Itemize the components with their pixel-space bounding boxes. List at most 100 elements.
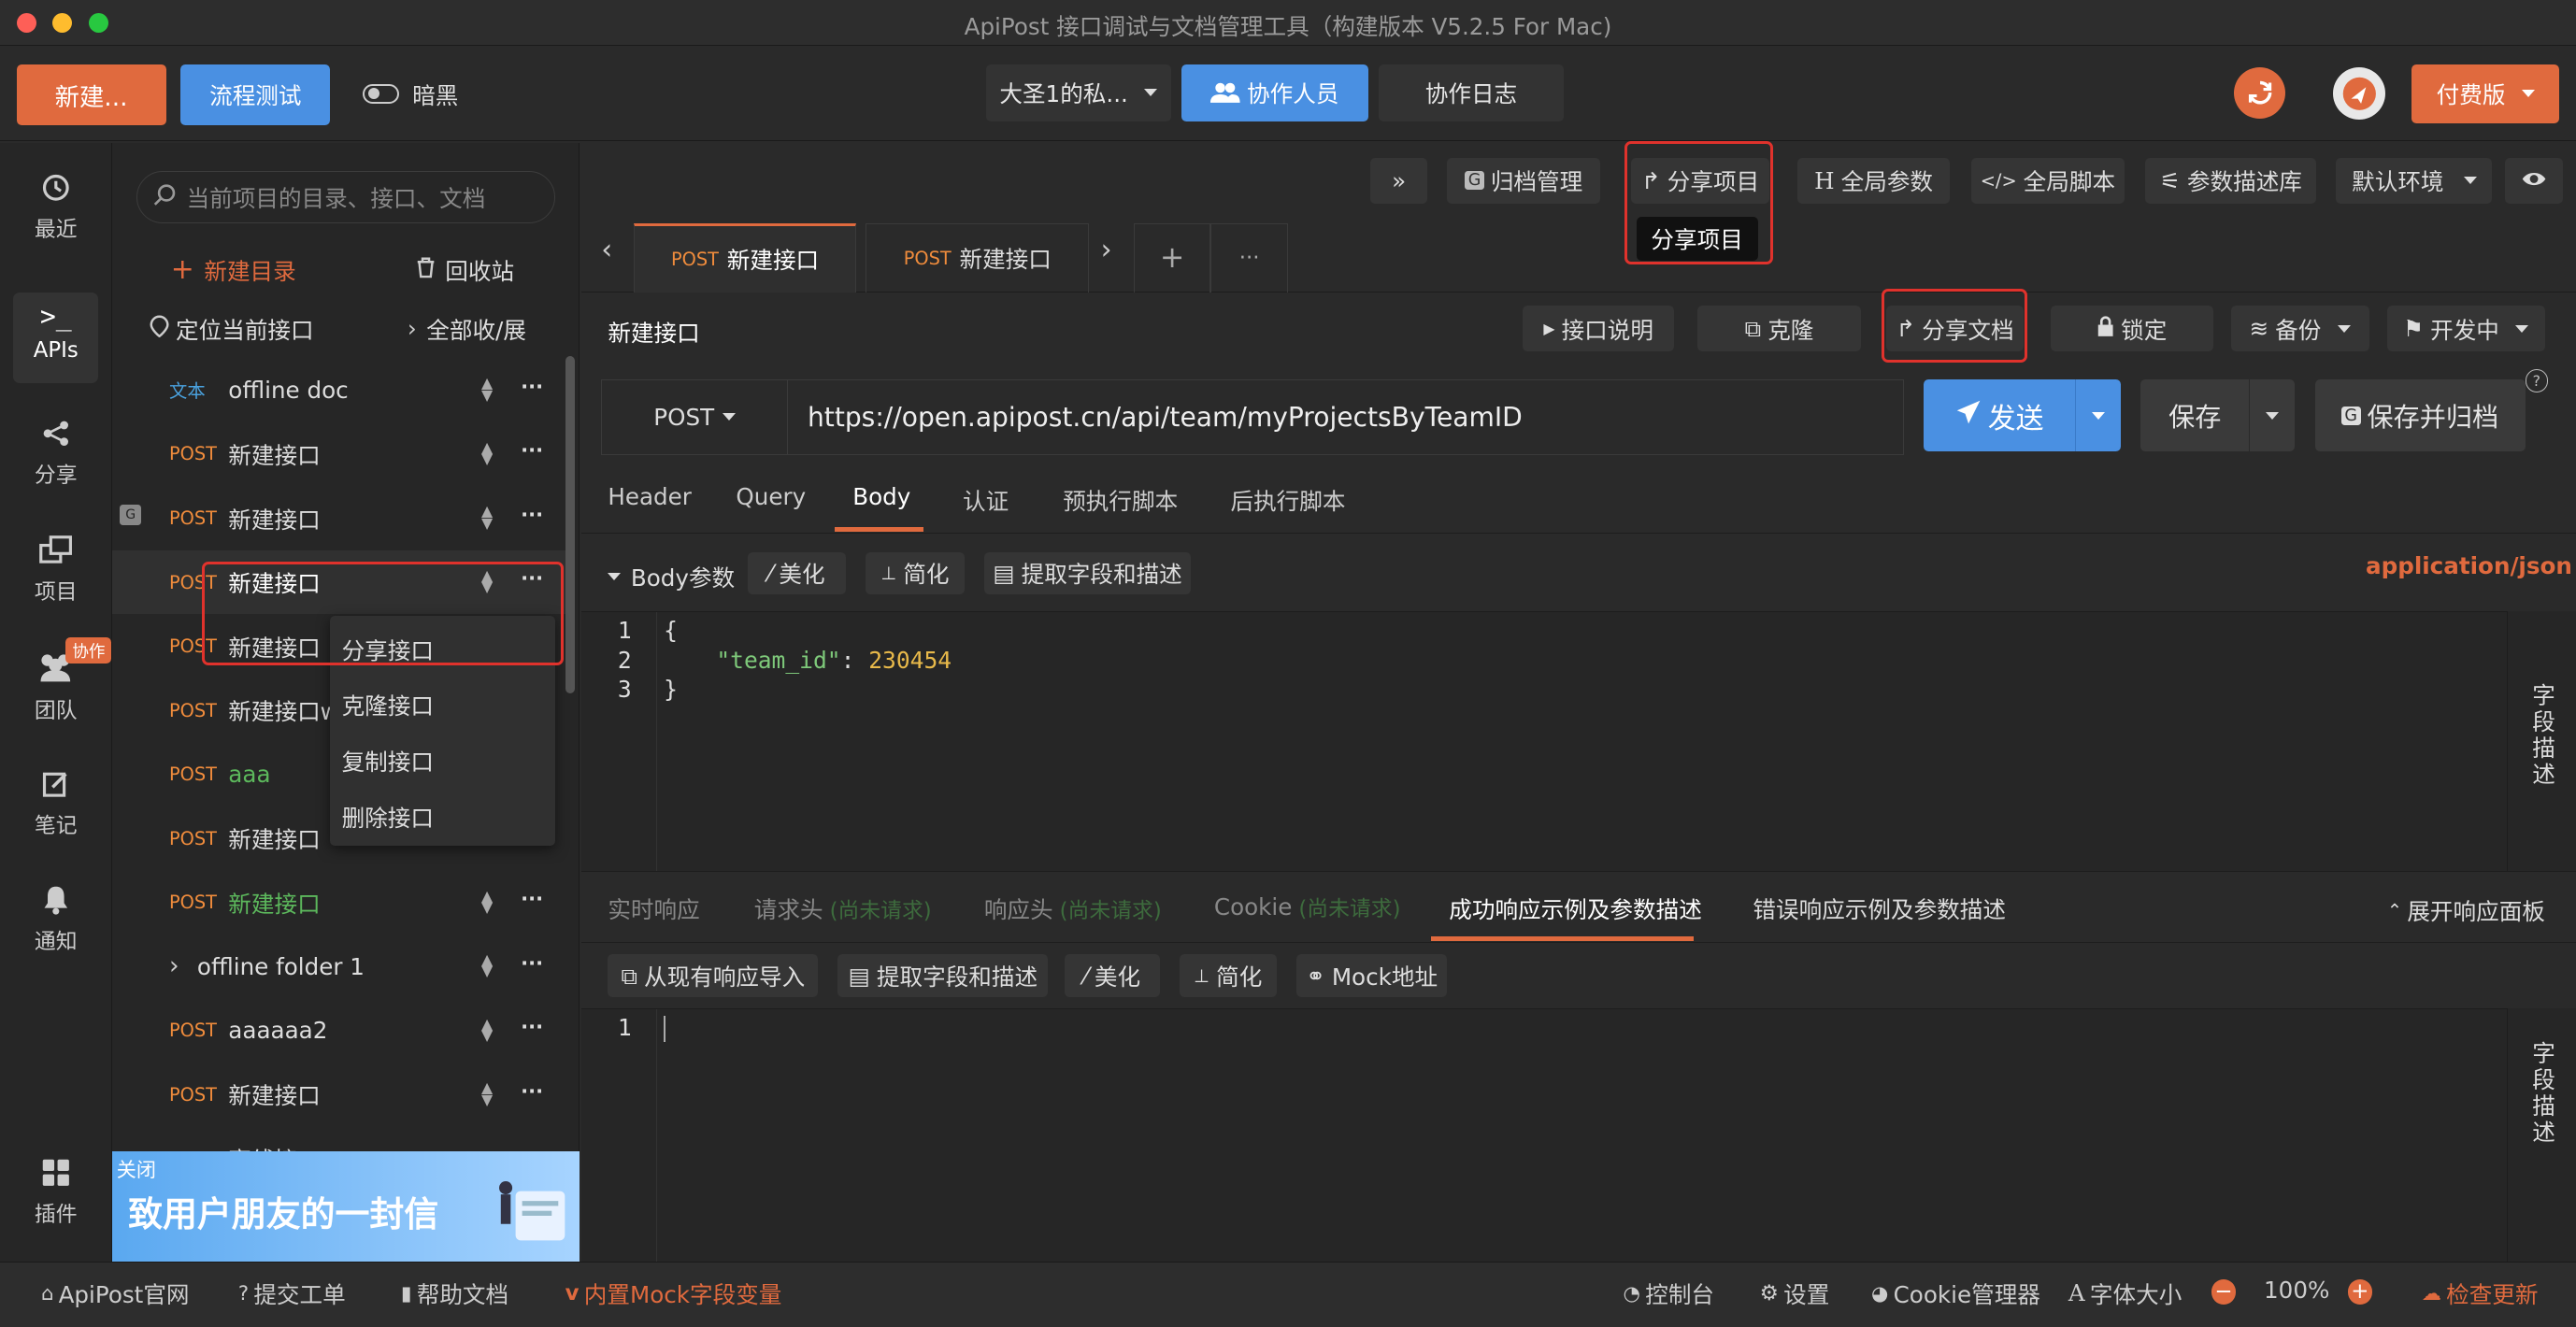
url-input[interactable]: https://open.apipost.cn/api/team/myProje…: [786, 379, 1905, 455]
avatar[interactable]: [2332, 67, 2386, 121]
eye-button[interactable]: [2505, 157, 2563, 204]
field-desc-panel[interactable]: 字段描述: [2507, 610, 2576, 871]
tab-success-example[interactable]: 成功响应示例及参数描述: [1449, 892, 1702, 925]
more-icon[interactable]: ···: [521, 438, 543, 462]
sort-icon[interactable]: ▲ ▼: [481, 952, 493, 978]
sync-icon[interactable]: [2234, 67, 2285, 119]
send-button[interactable]: 发送: [1924, 379, 2075, 452]
global-params-button[interactable]: H 全局参数: [1796, 157, 1951, 204]
zoom-out-icon[interactable]: −: [2211, 1279, 2237, 1305]
mock-link[interactable]: v 内置Mock字段变量: [565, 1277, 782, 1310]
extract-button[interactable]: ▤ 提取字段和描述: [983, 551, 1192, 595]
tab-auth[interactable]: 认证: [963, 483, 1009, 517]
tree-scrollbar[interactable]: [565, 356, 576, 693]
new-dir-button[interactable]: + 新建目录: [171, 253, 296, 287]
tab-active[interactable]: POST 新建接口: [634, 223, 856, 293]
sort-icon[interactable]: ▲ ▼: [481, 1016, 493, 1042]
ticket-link[interactable]: ? 提交工单: [238, 1277, 346, 1310]
dark-toggle[interactable]: 暗黑: [363, 78, 458, 111]
collaborators-button[interactable]: 协作人员: [1181, 64, 1369, 122]
send-dropdown[interactable]: [2074, 379, 2122, 452]
save-archive-button[interactable]: G 保存并归档: [2314, 379, 2526, 452]
beautify-button[interactable]: ⁄ 美化: [747, 551, 847, 595]
flow-test-button[interactable]: 流程测试: [180, 64, 331, 125]
settings-link[interactable]: ⚙ 设置: [1759, 1277, 1829, 1310]
add-tab-button[interactable]: +: [1133, 223, 1211, 293]
site-link[interactable]: ⌂ ApiPost官网: [41, 1277, 190, 1310]
cookie-link[interactable]: ◕ Cookie管理器: [1871, 1277, 2040, 1310]
backup-button[interactable]: ≋ 备份: [2230, 305, 2369, 352]
method-select[interactable]: POST: [601, 379, 787, 455]
new-button[interactable]: 新建...: [16, 64, 166, 125]
tab-pre-script[interactable]: 预执行脚本: [1063, 483, 1178, 517]
tab-req-headers[interactable]: 请求头 (尚未请求): [754, 892, 932, 925]
toggle-all-button[interactable]: › 全部收/展: [408, 312, 526, 346]
sidebar-item-recent[interactable]: 最近: [0, 173, 112, 243]
lock-button[interactable]: 锁定: [2050, 305, 2213, 352]
global-script-button[interactable]: </> 全局脚本: [1971, 157, 2125, 204]
more-icon[interactable]: ···: [521, 887, 543, 910]
help-icon[interactable]: ?: [2525, 369, 2549, 393]
team-select[interactable]: 大圣1的私...: [985, 64, 1172, 122]
response-editor[interactable]: 1: [581, 1008, 2508, 1263]
resp-field-desc-panel[interactable]: 字段描述: [2507, 1008, 2576, 1262]
zoom-in-icon[interactable]: +: [2347, 1279, 2373, 1305]
import-response-button[interactable]: ⧉ 从现有响应导入: [608, 954, 819, 997]
tab-query[interactable]: Query: [736, 483, 806, 510]
tab-next-icon[interactable]: ›: [1101, 234, 1112, 266]
tab-more-button[interactable]: ···: [1210, 223, 1288, 293]
help-link[interactable]: ▮ 帮助文档: [401, 1277, 508, 1310]
more-icon[interactable]: ···: [521, 503, 543, 526]
resp-extract-button[interactable]: ▤ 提取字段和描述: [837, 954, 1049, 997]
menu-item-copy[interactable]: 复制接口: [342, 744, 434, 778]
save-dropdown[interactable]: [2249, 379, 2296, 452]
toggle-switch[interactable]: [363, 84, 400, 105]
tab-resp-headers[interactable]: 响应头 (尚未请求): [984, 892, 1162, 925]
recycle-button[interactable]: 回收站: [416, 253, 514, 287]
sidebar-item-apis[interactable]: >_ APIs: [13, 292, 99, 383]
sidebar-item-team[interactable]: 团队 协作: [0, 636, 112, 724]
tab-prev-icon[interactable]: ‹: [601, 234, 612, 266]
sidebar-item-share[interactable]: 分享: [0, 419, 112, 489]
tab-cookie[interactable]: Cookie (尚未请求): [1214, 892, 1401, 922]
tree-search[interactable]: 当前项目的目录、接口、文档: [136, 170, 556, 224]
simplify-button[interactable]: ⊥ 简化: [866, 551, 965, 595]
sort-icon[interactable]: ▲ ▼: [481, 376, 493, 402]
body-editor[interactable]: 1 2 3 { "team_id": 230454 }: [581, 610, 2508, 872]
locate-button[interactable]: 定位当前接口: [150, 312, 314, 346]
tab-body[interactable]: Body: [852, 483, 910, 510]
sort-icon[interactable]: ▲ ▼: [481, 888, 493, 914]
api-desc-button[interactable]: ▶ 接口说明: [1523, 305, 1675, 352]
sort-icon[interactable]: ▲ ▼: [481, 439, 493, 465]
tab-header[interactable]: Header: [608, 483, 692, 510]
sidebar-item-project[interactable]: 项目: [0, 535, 112, 606]
sort-icon[interactable]: ▲ ▼: [481, 504, 493, 530]
clone-button[interactable]: ⧉ 克隆: [1696, 305, 1862, 352]
menu-item-delete[interactable]: 删除接口: [342, 800, 434, 834]
sidebar-item-notes[interactable]: 笔记: [0, 769, 112, 839]
tab-realtime[interactable]: 实时响应: [608, 892, 699, 925]
tab-post-script[interactable]: 后执行脚本: [1230, 483, 1345, 517]
env-select[interactable]: 默认环境: [2336, 157, 2493, 204]
tab[interactable]: POST 新建接口: [866, 223, 1090, 293]
update-link[interactable]: ☁ 检查更新: [2422, 1277, 2539, 1310]
mock-url-button[interactable]: ⚭ Mock地址: [1295, 954, 1448, 997]
banner-close[interactable]: 关闭: [117, 1155, 156, 1183]
resp-simplify-button[interactable]: ⊥ 简化: [1179, 954, 1277, 997]
expand-response-button[interactable]: ⌃ 展开响应面板: [2387, 893, 2545, 927]
body-params-toggle[interactable]: Body参数: [608, 560, 735, 593]
paid-button[interactable]: 付费版: [2411, 64, 2560, 123]
tab-error-example[interactable]: 错误响应示例及参数描述: [1753, 892, 2006, 925]
resp-beautify-button[interactable]: ⁄ 美化: [1064, 954, 1160, 997]
content-type-select[interactable]: application/json: [2366, 552, 2576, 579]
sidebar-item-notify[interactable]: 通知: [0, 885, 112, 955]
save-button[interactable]: 保存: [2140, 379, 2250, 452]
expand-button[interactable]: »: [1369, 157, 1428, 204]
param-lib-button[interactable]: ⚟ 参数描述库: [2145, 157, 2317, 204]
more-icon[interactable]: ···: [521, 1079, 543, 1103]
status-button[interactable]: ⚑ 开发中: [2386, 305, 2545, 352]
more-icon[interactable]: ···: [521, 375, 543, 398]
console-link[interactable]: ◔ 控制台: [1624, 1277, 1714, 1310]
menu-item-clone[interactable]: 克隆接口: [342, 688, 434, 721]
more-icon[interactable]: ···: [521, 1015, 543, 1038]
